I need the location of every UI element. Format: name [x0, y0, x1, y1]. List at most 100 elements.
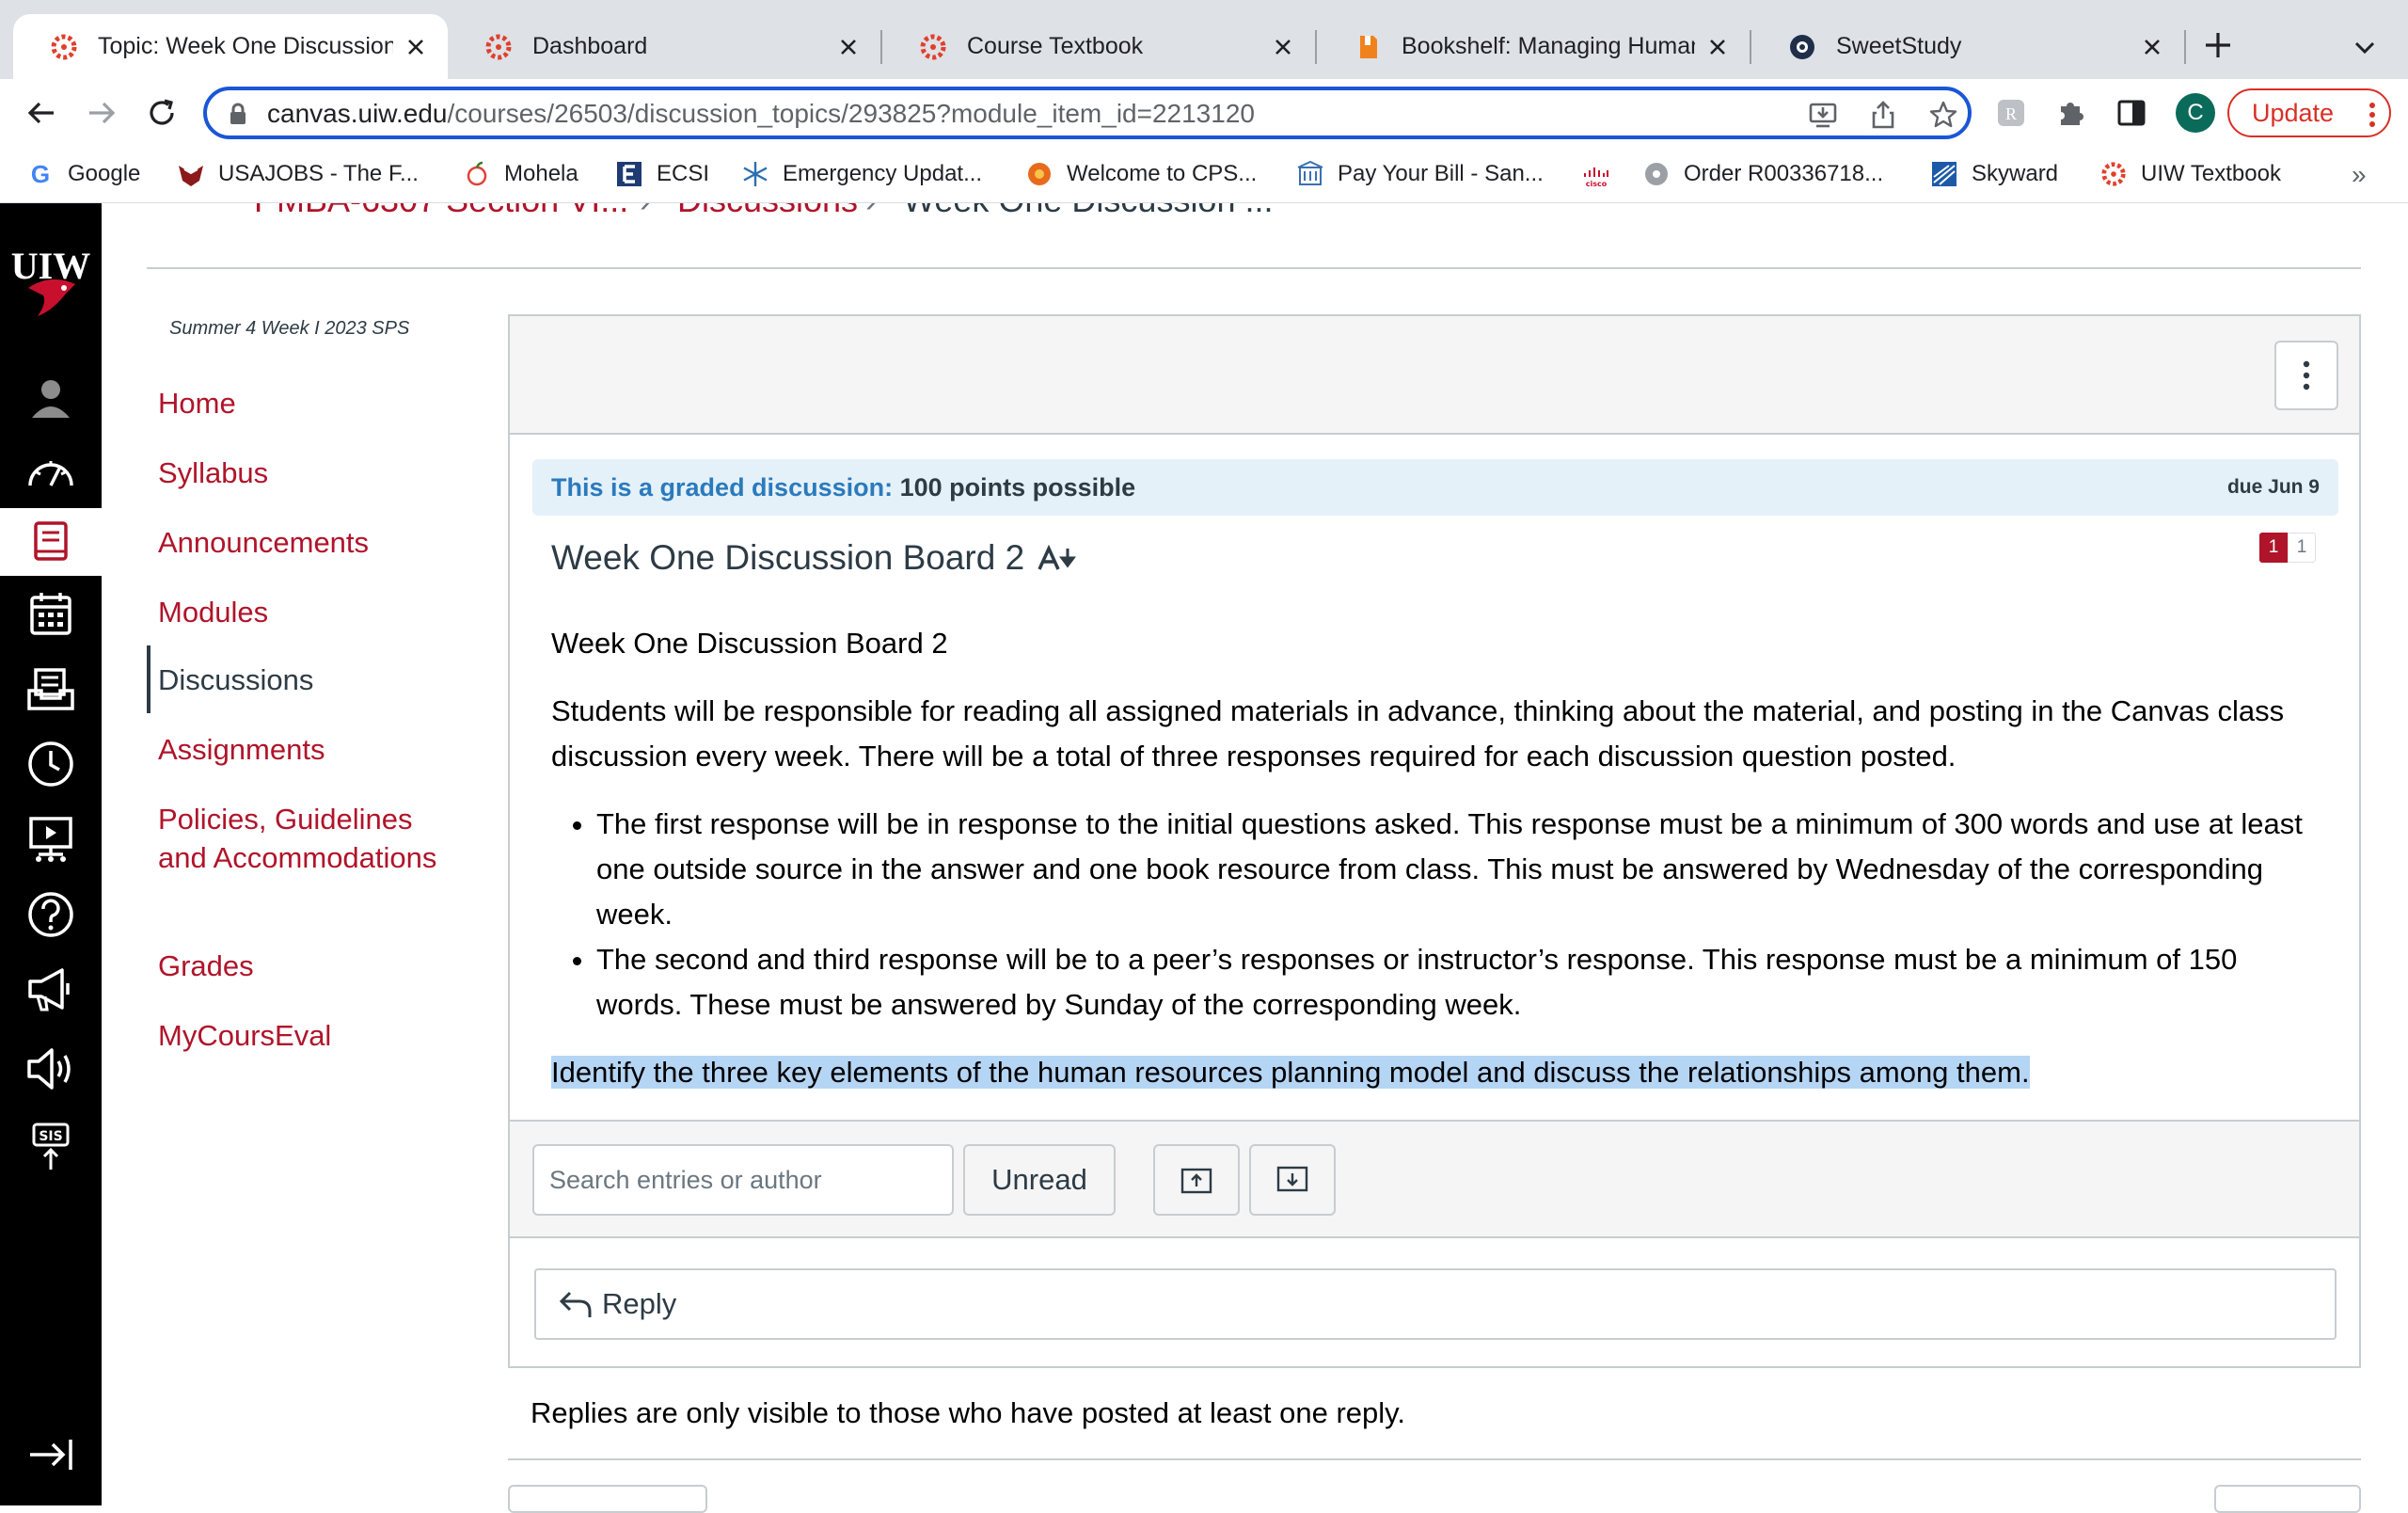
bookmark-label: Mohela [504, 161, 578, 186]
install-app-icon[interactable] [1806, 98, 1840, 132]
extensions-puzzle-icon[interactable] [2052, 94, 2090, 132]
graded-discussion-banner: This is a graded discussion: 100 points … [532, 459, 2338, 516]
side-panel-icon[interactable] [2113, 94, 2150, 132]
unread-filter-button[interactable]: Unread [963, 1144, 1116, 1216]
reload-icon[interactable] [143, 94, 181, 132]
breadcrumb-course[interactable]: PMBA-6307 Section VI... [254, 203, 628, 216]
calendar-icon [30, 593, 71, 635]
list-item: The first response will be in response t… [596, 802, 2320, 937]
discussion-options-button[interactable] [2274, 341, 2338, 410]
bookmark-star-icon[interactable] [1926, 98, 1960, 132]
content-divider [508, 1458, 2361, 1460]
bookmark-skyward[interactable]: Skyward [1930, 158, 2058, 190]
user-avatar-icon [32, 380, 70, 418]
nav-inbox[interactable] [0, 655, 102, 723]
course-nav-policies[interactable]: Policies, Guidelines and Accommodations [158, 800, 440, 877]
close-tab-icon[interactable] [2139, 34, 2165, 60]
bookmark-usajobs[interactable]: USAJOBS - The F... [177, 158, 419, 190]
discussion-header-bar [510, 316, 2359, 435]
share-icon[interactable] [1866, 98, 1900, 132]
course-nav-announcements[interactable]: Announcements [158, 523, 369, 562]
profile-avatar[interactable]: C [2176, 93, 2215, 133]
bookmarks-bar: G Google USAJOBS - The F... Mohela ECSI E… [0, 147, 2408, 203]
course-nav-modules[interactable]: Modules [158, 593, 268, 631]
tab-bookshelf[interactable]: Bookshelf: Managing Human R [1317, 14, 1750, 79]
header-divider [147, 267, 2361, 269]
course-nav-assignments[interactable]: Assignments [158, 730, 325, 769]
nav-account[interactable] [0, 363, 102, 431]
breadcrumb: PMBA-6307 Section VI... › Discussions › … [150, 203, 1279, 216]
courses-book-icon [34, 521, 68, 561]
usajobs-eagle-icon [177, 160, 205, 188]
expand-replies-button[interactable] [1249, 1144, 1336, 1216]
forward-arrow-icon[interactable] [83, 94, 120, 132]
close-tab-icon[interactable] [1270, 34, 1296, 60]
sweetstudy-icon [1790, 34, 1814, 59]
bookmark-cisco[interactable]: cisco [1582, 158, 1624, 190]
close-tab-icon[interactable] [835, 34, 862, 60]
update-button[interactable]: Update [2227, 88, 2391, 137]
bookmark-google[interactable]: G Google [26, 158, 141, 190]
tab-search-chevron-icon[interactable] [2350, 32, 2380, 62]
update-label: Update [2252, 98, 2335, 127]
close-tab-icon[interactable] [1704, 34, 1731, 60]
nav-collapse[interactable] [0, 1421, 102, 1489]
nav-studio[interactable] [0, 805, 102, 873]
more-vertical-icon [2303, 360, 2310, 390]
bookmark-label: Welcome to CPS... [1067, 161, 1258, 186]
discussion-panel: This is a graded discussion: 100 points … [508, 314, 2361, 1368]
nav-dashboard[interactable] [0, 437, 102, 504]
address-bar[interactable]: canvas.uiw.edu/courses/26503/discussion_… [203, 87, 1972, 139]
more-vertical-icon [2368, 102, 2376, 128]
course-nav-syllabus[interactable]: Syllabus [158, 454, 268, 492]
reply-button[interactable]: Reply [534, 1268, 2337, 1340]
immersive-reader-icon[interactable] [1038, 543, 1083, 573]
bookshelf-icon [1360, 35, 1377, 58]
bookmark-ecsi[interactable]: ECSI [615, 158, 709, 190]
back-arrow-icon[interactable] [23, 94, 60, 132]
nav-calendar[interactable] [0, 580, 102, 647]
bookmark-label: ECSI [657, 161, 710, 186]
course-term: Summer 4 Week I 2023 SPS [169, 318, 410, 339]
bookmark-mohela[interactable]: Mohela [463, 158, 578, 190]
course-nav-grades[interactable]: Grades [158, 947, 254, 985]
more-bookmarks-chevron[interactable]: » [2352, 160, 2367, 190]
discussion-body: Week One Discussion Board 2 Students wil… [551, 621, 2320, 1118]
nav-courses[interactable] [0, 508, 102, 576]
uiw-logo[interactable]: UIW [0, 239, 102, 324]
collapse-replies-button[interactable] [1153, 1144, 1240, 1216]
points-possible: 100 points possible [899, 473, 1136, 502]
tab-sweetstudy[interactable]: SweetStudy [1751, 14, 2184, 79]
nav-sis[interactable]: SIS [0, 1112, 102, 1180]
canvas-icon [920, 34, 946, 59]
breadcrumb-discussions[interactable]: Discussions [677, 203, 858, 216]
tab-title: Course Textbook [967, 33, 1144, 59]
bookmark-emergency[interactable]: Emergency Updat... [741, 158, 982, 190]
bookmark-cps[interactable]: Welcome to CPS... [1025, 158, 1257, 190]
course-nav-home[interactable]: Home [158, 384, 236, 422]
bookmark-pay-bill[interactable]: Pay Your Bill - San... [1296, 158, 1544, 190]
partial-button[interactable] [508, 1485, 707, 1513]
close-tab-icon[interactable] [403, 34, 429, 60]
new-tab-icon[interactable] [2201, 28, 2235, 62]
url-text[interactable]: canvas.uiw.edu/courses/26503/discussion_… [267, 99, 1255, 129]
bookmark-order[interactable]: Order R00336718... [1642, 158, 1883, 190]
extension-grammar-icon[interactable]: R [1992, 94, 2030, 132]
tab-dashboard[interactable]: Dashboard [448, 14, 880, 79]
nav-help[interactable] [0, 881, 102, 948]
reply-arrow-icon [559, 1291, 592, 1317]
partial-button[interactable] [2214, 1485, 2361, 1513]
tab-discussion[interactable]: Topic: Week One Discussion B [13, 14, 448, 79]
course-nav-discussions[interactable]: Discussions [158, 661, 313, 699]
collapse-arrow-icon [30, 1440, 72, 1470]
tab-course-textbook[interactable]: Course Textbook [882, 14, 1315, 79]
lock-icon[interactable] [226, 102, 250, 126]
nav-history[interactable] [0, 730, 102, 798]
course-nav-mycourseval[interactable]: MyCoursEval [158, 1016, 331, 1055]
unread-reply-badge: 1 1 [2259, 533, 2316, 563]
search-entries-input[interactable] [532, 1144, 954, 1216]
nav-audio[interactable] [0, 1035, 102, 1103]
nav-announcements[interactable] [0, 956, 102, 1024]
bookmark-uiw-textbook[interactable]: UIW Textbook [2099, 158, 2281, 190]
unread-count: 1 [2259, 533, 2288, 563]
